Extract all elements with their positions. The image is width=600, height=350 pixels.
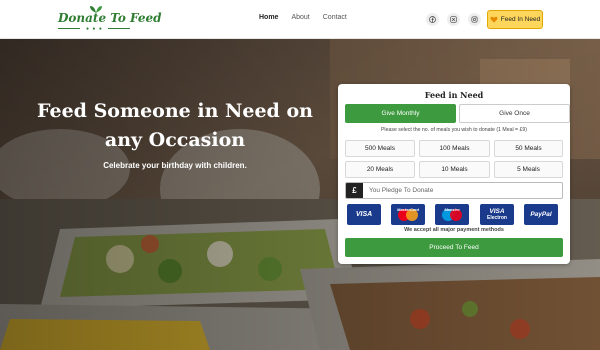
instagram-button[interactable] [468,13,481,26]
meal-option-10[interactable]: 10 Meals [419,161,490,178]
facebook-icon [429,16,436,23]
logo-divider-right [108,28,130,29]
paypal-icon: PayPal [524,204,558,225]
feed-in-need-button[interactable]: Feed In Need [487,10,543,29]
mastercard-icon: MasterCard [391,204,425,225]
nav-contact[interactable]: Contact [323,14,347,21]
pledge-amount-input[interactable] [365,183,561,198]
visa-card-icon: VISA [347,204,381,225]
meal-option-5[interactable]: 5 Meals [494,161,563,178]
mastercard-label: MasterCard [396,207,419,212]
feed-in-need-label: Feed In Need [500,16,541,23]
nav-about[interactable]: About [291,14,309,21]
meal-option-500[interactable]: 500 Meals [345,140,415,157]
nav-home[interactable]: Home [259,14,278,21]
tab-give-monthly[interactable]: Give Monthly [345,104,456,123]
hero-title: Feed Someone in Need on any Occasion [37,100,313,151]
logo[interactable]: Donate To Feed ● ● ● [58,6,162,32]
hero-subtitle: Celebrate your birthday with children. [103,161,247,170]
visa-electron-icon: VISA Electron [480,204,514,225]
donation-card: Feed in Need Give Monthly Give Once Plea… [338,84,570,264]
meal-selection-note: Please select the no. of meals you wish … [380,127,528,133]
visa-electron-bottom: Electron [486,214,507,221]
meal-option-100[interactable]: 100 Meals [419,140,490,157]
logo-text: Donate To Feed [58,11,162,25]
x-twitter-button[interactable] [447,13,460,26]
meal-option-20[interactable]: 20 Meals [345,161,415,178]
payment-methods-note: We accept all major payment methods [404,227,504,233]
x-twitter-icon [450,16,457,23]
logo-dots: ● ● ● [86,26,103,32]
hero-section: Feed Someone in Need on any Occasion Cel… [0,39,600,350]
meal-option-50[interactable]: 50 Meals [494,140,563,157]
proceed-to-feed-button[interactable]: Proceed To Feed [345,238,563,257]
facebook-button[interactable] [426,13,439,26]
site-header: Donate To Feed ● ● ● Home About Contact … [0,0,600,39]
tab-give-once[interactable]: Give Once [459,104,570,123]
visa-label: VISA [355,211,373,218]
donation-card-title: Feed in Need [424,90,484,100]
maestro-card-icon: Maestro [435,204,469,225]
heart-hand-icon [490,16,498,23]
logo-divider-left [58,28,80,29]
maestro-label: Maestro [444,207,460,212]
main-nav: Home About Contact [259,14,347,21]
pledge-field: £ [345,182,563,199]
instagram-icon [471,16,478,23]
paypal-label: PayPal [530,211,552,218]
currency-symbol: £ [346,183,363,198]
